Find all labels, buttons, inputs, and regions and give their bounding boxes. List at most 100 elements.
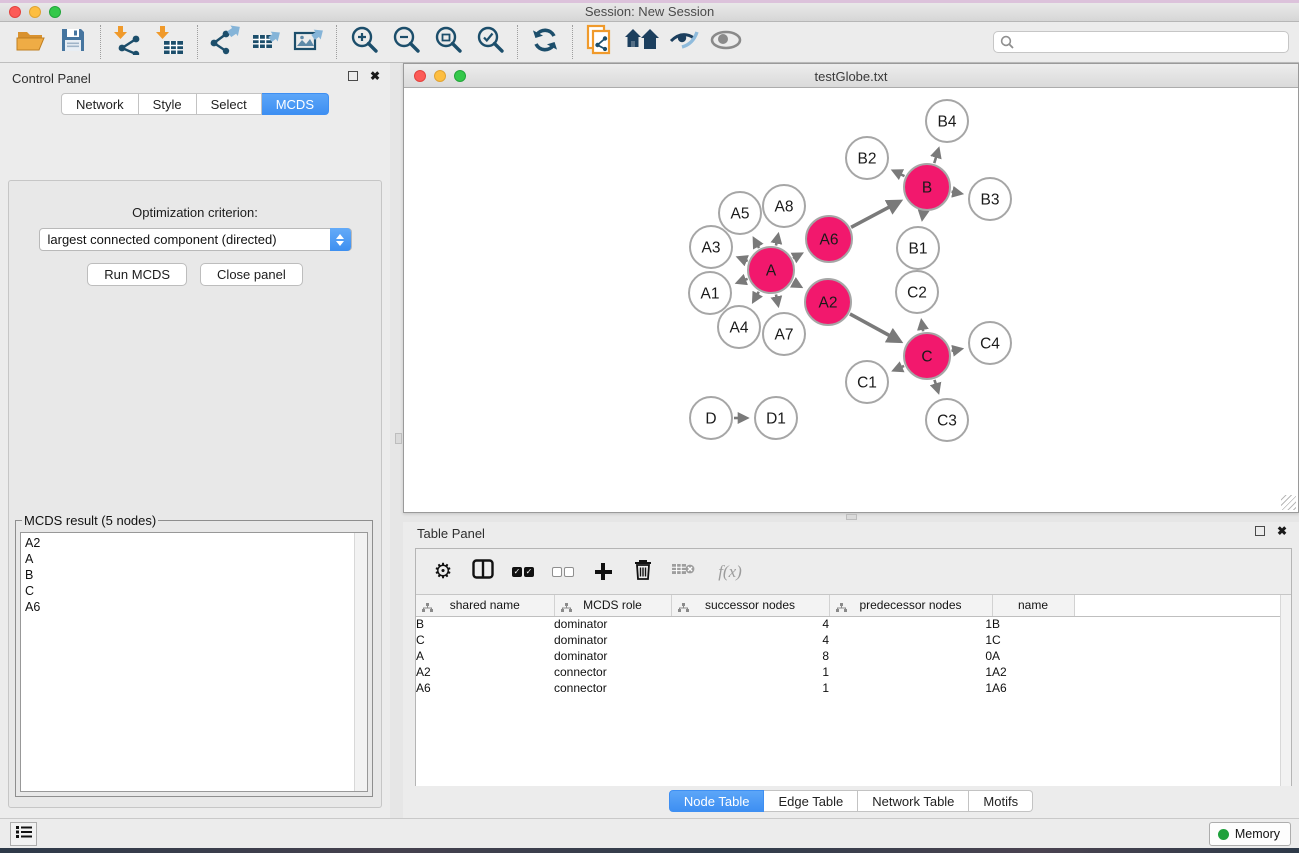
- tab-mcds[interactable]: MCDS: [262, 93, 329, 115]
- result-list-scrollbar[interactable]: [354, 533, 367, 791]
- graph-edge[interactable]: [934, 150, 938, 163]
- network-documents-button[interactable]: [579, 24, 621, 60]
- node-table[interactable]: shared name MCDS role successor nodes pr…: [416, 595, 1291, 786]
- open-session-button[interactable]: [10, 24, 52, 60]
- float-panel-icon[interactable]: [348, 71, 358, 81]
- table-cell: 1: [829, 616, 992, 632]
- window-resize-grip[interactable]: [1281, 495, 1296, 510]
- import-network-icon: [113, 25, 143, 60]
- graph-edge[interactable]: [754, 292, 759, 301]
- mcds-panel: Optimization criterion: largest connecte…: [8, 180, 382, 808]
- table-cell: A2: [416, 664, 554, 680]
- column-header-shared-name[interactable]: shared name: [416, 595, 554, 616]
- zoom-selected-button[interactable]: [469, 24, 511, 60]
- network-view-window: testGlobe.txt B4B2BB3A5A8A6A3B1AA1C2A2A4…: [403, 63, 1299, 513]
- table-row[interactable]: Cdominator41C: [416, 632, 1291, 648]
- graph-edge[interactable]: [934, 380, 938, 392]
- table-cell: B: [416, 616, 554, 632]
- table-scrollbar[interactable]: [1280, 595, 1291, 786]
- graph-edge[interactable]: [895, 366, 905, 370]
- graph-edge[interactable]: [739, 258, 748, 261]
- table-row[interactable]: A2connector11A2: [416, 664, 1291, 680]
- tab-style[interactable]: Style: [139, 93, 197, 115]
- tab-select[interactable]: Select: [197, 93, 262, 115]
- mcds-result-list[interactable]: A2ABCA6: [20, 532, 368, 792]
- graph-edge[interactable]: [922, 212, 923, 219]
- tab-network-table[interactable]: Network Table: [858, 790, 969, 812]
- toolbar-divider: [336, 25, 337, 59]
- tab-node-table[interactable]: Node Table: [669, 790, 765, 812]
- graph-edge[interactable]: [922, 322, 924, 332]
- export-network-button[interactable]: [204, 24, 246, 60]
- import-network-button[interactable]: [107, 24, 149, 60]
- zoom-in-button[interactable]: [343, 24, 385, 60]
- show-task-history-button[interactable]: [10, 822, 37, 846]
- column-header-name[interactable]: name: [992, 595, 1074, 616]
- result-list-item[interactable]: A2: [25, 535, 367, 551]
- select-all-button[interactable]: ✓✓: [510, 557, 536, 587]
- graph-edge[interactable]: [850, 314, 899, 341]
- delete-column-button[interactable]: [630, 557, 656, 587]
- control-panel-tabs: Network Style Select MCDS: [0, 93, 390, 115]
- table-settings-button[interactable]: ⚙: [430, 557, 456, 587]
- graph-edge[interactable]: [776, 235, 778, 245]
- graph-edge[interactable]: [952, 192, 961, 194]
- graph-edge[interactable]: [951, 349, 960, 351]
- zoom-out-button[interactable]: [385, 24, 427, 60]
- memory-button[interactable]: Memory: [1209, 822, 1291, 846]
- close-panel-button[interactable]: Close panel: [200, 263, 303, 286]
- result-list-item[interactable]: B: [25, 567, 367, 583]
- table-row[interactable]: Adominator80A: [416, 648, 1291, 664]
- result-list-item[interactable]: A6: [25, 599, 367, 615]
- add-column-button[interactable]: [590, 557, 616, 587]
- deselect-all-button[interactable]: [550, 557, 576, 587]
- save-session-button[interactable]: [52, 24, 94, 60]
- zoom-fit-button[interactable]: [427, 24, 469, 60]
- graph-edge[interactable]: [793, 282, 800, 286]
- network-window-titlebar[interactable]: testGlobe.txt: [404, 64, 1298, 88]
- column-header-successor-nodes[interactable]: successor nodes: [671, 595, 829, 616]
- graph-node-label: C2: [907, 285, 927, 302]
- select-stepper[interactable]: [330, 228, 351, 251]
- unchecked-checkbox-icon: [552, 567, 562, 577]
- toolbar-divider: [517, 25, 518, 59]
- graph-edge[interactable]: [894, 171, 904, 176]
- zoom-in-icon: [349, 25, 379, 60]
- show-column-button[interactable]: [470, 557, 496, 587]
- result-list-item[interactable]: C: [25, 583, 367, 599]
- table-row[interactable]: Bdominator41B: [416, 616, 1291, 632]
- show-graphics-details-button[interactable]: [705, 24, 747, 60]
- tab-edge-table[interactable]: Edge Table: [764, 790, 858, 812]
- graph-edge[interactable]: [776, 294, 778, 304]
- export-table-button[interactable]: [246, 24, 288, 60]
- import-table-button[interactable]: [149, 24, 191, 60]
- home-button[interactable]: [621, 24, 663, 60]
- horizontal-splitter-handle[interactable]: [846, 514, 857, 520]
- graph-edge[interactable]: [754, 239, 759, 248]
- export-image-button[interactable]: [288, 24, 330, 60]
- search-input[interactable]: [993, 31, 1289, 53]
- close-panel-icon[interactable]: ✖: [1277, 526, 1287, 536]
- table-header-row: shared name MCDS role successor nodes pr…: [416, 595, 1291, 616]
- result-list-item[interactable]: A: [25, 551, 367, 567]
- tab-network[interactable]: Network: [61, 93, 139, 115]
- hide-graphics-details-button[interactable]: [663, 24, 705, 60]
- trash-icon: [634, 559, 652, 585]
- table-cell: A2: [992, 664, 1074, 680]
- graph-node-label: C3: [937, 413, 957, 430]
- run-mcds-button[interactable]: Run MCDS: [87, 263, 187, 286]
- column-header-predecessor-nodes[interactable]: predecessor nodes: [829, 595, 992, 616]
- graph-edge[interactable]: [851, 202, 899, 227]
- graph-edge[interactable]: [793, 254, 801, 258]
- main-toolbar: [0, 22, 1299, 63]
- refresh-view-button[interactable]: [524, 24, 566, 60]
- vertical-splitter-handle[interactable]: [395, 433, 402, 444]
- network-canvas[interactable]: B4B2BB3A5A8A6A3B1AA1C2A2A4A7C4CC1DD1C3: [404, 89, 1298, 512]
- close-panel-icon[interactable]: ✖: [370, 71, 380, 81]
- graph-edge[interactable]: [738, 279, 748, 283]
- tab-motifs[interactable]: Motifs: [969, 790, 1033, 812]
- criterion-select[interactable]: largest connected component (directed): [39, 228, 352, 251]
- float-panel-icon[interactable]: [1255, 526, 1265, 536]
- table-row[interactable]: A6connector11A6: [416, 680, 1291, 696]
- column-header-mcds-role[interactable]: MCDS role: [554, 595, 671, 616]
